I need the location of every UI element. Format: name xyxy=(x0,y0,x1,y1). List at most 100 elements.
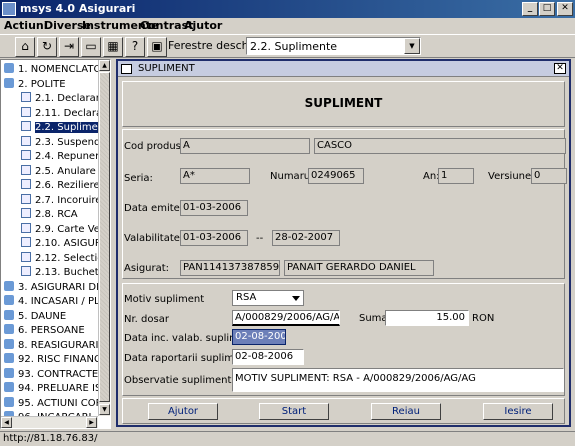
scroll-thumb[interactable] xyxy=(99,72,110,402)
folder-icon xyxy=(4,309,14,320)
tree-node[interactable]: 94. PRELUARE IST xyxy=(4,382,107,395)
cod-produs-label: Cod produs: xyxy=(124,141,185,152)
an-field: 1 xyxy=(438,168,474,184)
folder-icon xyxy=(4,353,14,363)
tree-node-label: 5. DAUNE xyxy=(18,310,67,322)
tree-node[interactable]: 1. NOMENCLATOARE xyxy=(4,63,110,76)
tree-node[interactable]: 8. REASIGURARI xyxy=(4,338,99,352)
document-icon xyxy=(21,150,31,160)
seria-label: Seria: xyxy=(124,173,153,184)
folder-icon xyxy=(4,77,14,88)
close-button[interactable]: ✕ xyxy=(557,2,573,16)
tree-node-label: 94. PRELUARE IST xyxy=(18,383,108,394)
tree-horizontal-scrollbar[interactable]: ◀ ▶ xyxy=(1,416,98,428)
navigation-tree: 1. NOMENCLATOARE 2. POLITE 2.1. Declarare … xyxy=(0,59,111,429)
folder-icon xyxy=(4,324,14,334)
data-inc-input[interactable]: 02-08-2006 xyxy=(232,329,286,345)
tree-node-label: 95. ACTIUNI CORE xyxy=(18,397,109,409)
chevron-down-icon[interactable]: ▼ xyxy=(404,38,420,54)
tree-node[interactable]: 2.6. Reziliere xyxy=(21,179,100,192)
cod-produs-code-field: A xyxy=(180,138,310,154)
tree-node-label: 8. REASIGURARI xyxy=(18,339,99,351)
window-title: msys 4.0 Asigurari xyxy=(20,2,136,15)
document-icon xyxy=(21,251,31,262)
scroll-right-icon[interactable]: ▶ xyxy=(86,417,97,428)
form-heading: SUPLIMENT xyxy=(304,96,383,110)
document-icon xyxy=(21,135,31,146)
help-button[interactable]: Ajutor xyxy=(148,403,218,420)
tree-node[interactable]: 92. RISC FINANCIA xyxy=(4,353,111,366)
suma-currency: RON xyxy=(472,313,495,324)
home-icon[interactable]: ⌂ xyxy=(15,37,35,57)
document-icon xyxy=(21,92,31,102)
motiv-select[interactable]: RSA xyxy=(232,290,304,306)
maximize-button[interactable]: □ xyxy=(539,2,555,16)
seria-field: A* xyxy=(180,168,250,184)
window-icon xyxy=(121,64,132,74)
status-url: http://81.18.76.83/ xyxy=(3,433,98,444)
supliment-window: SUPLIMENT ✕ SUPLIMENT Cod produs: A CASC… xyxy=(116,59,571,427)
tree-node[interactable]: 6. PERSOANE xyxy=(4,324,85,337)
open-windows-select[interactable]: 2.2. Suplimente ▼ xyxy=(246,37,421,55)
data-rap-input[interactable]: 02-08-2006 xyxy=(232,349,304,365)
observatie-input[interactable]: MOTIV SUPLIMENT: RSA - A/000829/2006/AG/… xyxy=(232,368,564,392)
folder-icon xyxy=(4,280,14,291)
document-icon xyxy=(21,237,31,247)
asigurat-code-field: PAN1141373878593 xyxy=(180,260,280,276)
help-icon[interactable]: ? xyxy=(125,37,145,57)
menu-ajutor[interactable]: Ajutor xyxy=(184,19,222,32)
nr-dosar-input[interactable]: A/000829/2006/AG/AG xyxy=(232,310,340,326)
app-icon xyxy=(2,2,16,16)
tree-node[interactable]: 3. ASIGURARI DE V xyxy=(4,280,110,294)
open-windows-value: 2.2. Suplimente xyxy=(250,40,338,53)
menu-actiuni[interactable]: Actiuni xyxy=(4,19,48,32)
reset-button[interactable]: Reiau xyxy=(371,403,441,420)
exit-button[interactable]: Iesire xyxy=(483,403,553,420)
window-icon[interactable]: ▣ xyxy=(147,37,167,57)
tree-node-label: 2.8. RCA xyxy=(35,209,78,220)
folder-icon xyxy=(4,382,14,392)
tree-node[interactable]: 4. INCASARI / PLAT xyxy=(4,295,110,308)
refresh-icon[interactable]: ↻ xyxy=(37,37,57,57)
document-icon xyxy=(21,193,31,204)
scroll-down-icon[interactable]: ▼ xyxy=(99,404,110,415)
motiv-value: RSA xyxy=(236,292,257,303)
scroll-up-icon[interactable]: ▲ xyxy=(99,60,110,71)
document-icon xyxy=(21,222,31,233)
monitor-icon[interactable]: ▭ xyxy=(81,37,101,57)
versiunea-field: 0 xyxy=(531,168,567,184)
folder-icon xyxy=(4,367,14,378)
tree-node[interactable]: 2. POLITE xyxy=(4,77,66,91)
asigurat-label: Asigurat: xyxy=(124,263,170,274)
document-icon xyxy=(21,179,31,189)
asigurat-name-field: PANAIT GERARDO DANIEL xyxy=(284,260,434,276)
tree-node[interactable]: 95. ACTIUNI CORE xyxy=(4,396,109,410)
minimize-button[interactable]: _ xyxy=(522,2,538,16)
exit-icon[interactable]: ⇥ xyxy=(59,37,79,57)
observatie-label: Observatie supliment xyxy=(124,375,232,386)
tree-node-label: 6. PERSOANE xyxy=(18,325,85,336)
close-icon[interactable]: ✕ xyxy=(554,63,566,74)
document-icon xyxy=(21,121,31,131)
tree-node-label: 92. RISC FINANCIA xyxy=(18,354,111,365)
table-icon[interactable]: ▦ xyxy=(103,37,123,57)
document-icon xyxy=(21,266,31,276)
folder-icon xyxy=(4,338,14,349)
valabilitate-label: Valabilitate: xyxy=(124,233,184,244)
nr-dosar-label: Nr. dosar xyxy=(124,314,169,325)
tree-node-label: 2. POLITE xyxy=(18,78,66,90)
status-bar: http://81.18.76.83/ xyxy=(0,431,575,446)
tree-node[interactable]: 93. CONTRACTE - V xyxy=(4,367,110,381)
supliment-window-title: SUPLIMENT xyxy=(138,63,195,74)
suma-input[interactable]: 15.00 xyxy=(385,310,469,326)
folder-icon xyxy=(4,396,14,407)
tree-node[interactable]: 2.8. RCA xyxy=(21,208,78,221)
tree-node[interactable]: 5. DAUNE xyxy=(4,309,67,323)
start-button[interactable]: Start xyxy=(259,403,329,420)
folder-icon xyxy=(4,63,14,73)
title-bar: msys 4.0 Asigurari _ □ ✕ xyxy=(0,0,575,18)
document-icon xyxy=(21,106,31,117)
tree-vertical-scrollbar[interactable]: ▲ ▼ xyxy=(98,60,110,416)
chevron-down-icon[interactable] xyxy=(292,296,300,301)
scroll-left-icon[interactable]: ◀ xyxy=(1,417,12,428)
